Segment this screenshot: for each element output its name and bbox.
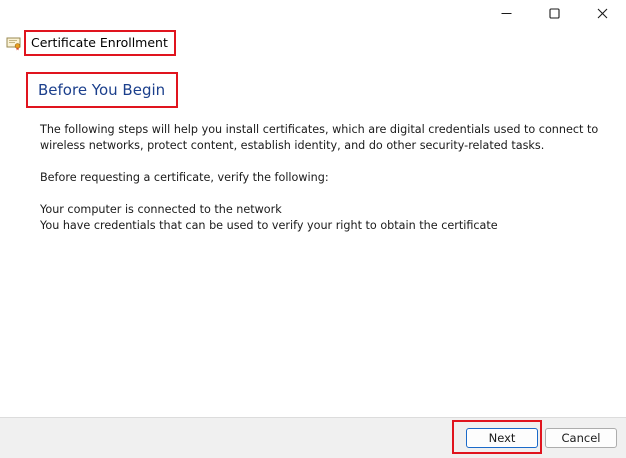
close-button[interactable] [578,0,626,26]
wizard-footer: Next Cancel [0,417,626,458]
certificate-icon [6,37,21,51]
maximize-button[interactable] [530,0,578,26]
cancel-button[interactable]: Cancel [545,428,617,448]
window-title: Certificate Enrollment [24,30,176,56]
close-icon [597,8,607,18]
intro-text: The following steps will help you instal… [40,123,599,152]
requirement-item: You have credentials that can be used to… [40,219,498,232]
minimize-button[interactable] [482,0,530,26]
minimize-icon [501,12,511,14]
window-title-row: Certificate Enrollment [6,30,176,56]
page-content: The following steps will help you instal… [40,122,620,234]
next-button[interactable]: Next [466,428,538,448]
page-heading: Before You Begin [26,72,179,108]
verify-prompt-text: Before requesting a certificate, verify … [40,171,329,184]
window-caption-controls [482,0,626,26]
requirement-item: Your computer is connected to the networ… [40,203,282,216]
maximize-icon [548,7,560,19]
certificate-enrollment-window: Certificate Enrollment Before You Begin … [0,0,626,458]
